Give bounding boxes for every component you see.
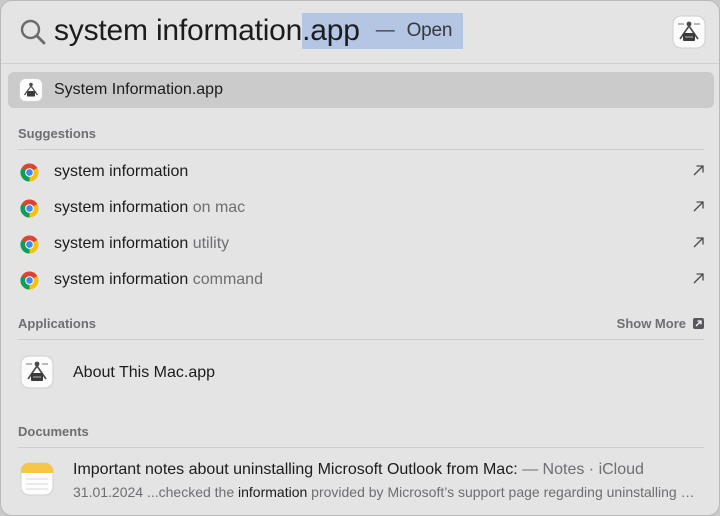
top-hit-label: System Information.app bbox=[54, 81, 223, 98]
search-input[interactable]: system information .app — Open bbox=[54, 12, 464, 50]
document-row[interactable]: Important notes about uninstalling Micro… bbox=[8, 455, 714, 507]
section-title: Applications bbox=[18, 316, 97, 331]
arrow-up-right-icon[interactable] bbox=[693, 201, 704, 212]
completion-action: Open bbox=[406, 20, 453, 41]
search-divider bbox=[1, 63, 719, 64]
chrome-icon bbox=[20, 199, 39, 218]
suggestion-row[interactable]: system information command bbox=[8, 262, 714, 298]
document-snippet: 31.01.2024 ...checked the information pr… bbox=[73, 484, 698, 500]
search-icon bbox=[20, 19, 46, 45]
chrome-icon bbox=[20, 235, 39, 254]
suggestion-text: system information bbox=[54, 163, 189, 180]
system-information-icon bbox=[20, 355, 54, 389]
show-more-label: Show More bbox=[616, 316, 686, 331]
document-title: Important notes about uninstalling Micro… bbox=[73, 461, 644, 478]
search-bar[interactable]: system information .app — Open bbox=[1, 1, 719, 63]
arrow-up-right-icon[interactable] bbox=[693, 165, 704, 176]
arrow-box-icon bbox=[693, 318, 704, 329]
autocomplete-suffix: .app bbox=[302, 14, 360, 47]
suggestion-text: system information command bbox=[54, 271, 263, 288]
section-divider bbox=[18, 339, 704, 340]
applications-header: Applications Show More bbox=[18, 316, 704, 340]
arrow-up-right-icon[interactable] bbox=[693, 273, 704, 284]
suggestions-header: Suggestions bbox=[18, 126, 704, 150]
autocomplete-selection: .app — Open bbox=[302, 13, 464, 49]
application-label: About This Mac.app bbox=[73, 364, 216, 381]
spotlight-panel: system information .app — Open System Infor… bbox=[0, 0, 720, 516]
notes-icon bbox=[20, 462, 54, 496]
search-query: system information bbox=[54, 14, 303, 47]
suggestion-row[interactable]: system information on mac bbox=[8, 190, 714, 226]
arrow-up-right-icon[interactable] bbox=[693, 237, 704, 248]
chrome-icon bbox=[20, 271, 39, 290]
chrome-icon bbox=[20, 163, 39, 182]
suggestion-row[interactable]: system information utility bbox=[8, 226, 714, 262]
section-title: Suggestions bbox=[18, 126, 97, 141]
top-hit-row[interactable]: System Information.app bbox=[8, 72, 714, 108]
suggestion-text: system information on mac bbox=[54, 199, 246, 216]
documents-header: Documents bbox=[18, 424, 704, 448]
section-divider bbox=[18, 149, 704, 150]
completion-separator: — bbox=[375, 20, 395, 41]
section-title: Documents bbox=[18, 424, 89, 439]
system-information-icon bbox=[672, 15, 706, 49]
show-more-button[interactable]: Show More bbox=[617, 316, 704, 331]
suggestion-text: system information utility bbox=[54, 235, 230, 252]
section-divider bbox=[18, 447, 704, 448]
application-row[interactable]: About This Mac.app bbox=[8, 349, 714, 397]
system-information-icon bbox=[19, 78, 43, 102]
suggestion-row[interactable]: system information bbox=[8, 154, 714, 190]
